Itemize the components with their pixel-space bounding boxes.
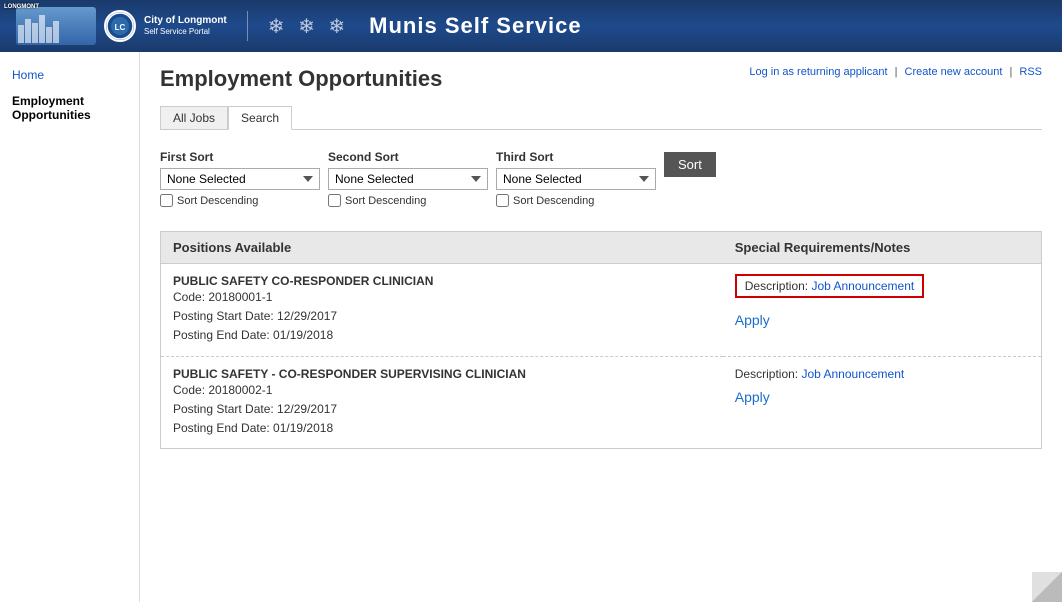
sidebar-item-home[interactable]: Home [0, 62, 139, 88]
requirements-cell-1: Description: Job Announcement Apply [723, 264, 1042, 357]
third-sort-group: Third Sort None Selected Sort Descending [496, 150, 656, 207]
main-content: Employment Opportunities Log in as retur… [140, 52, 1062, 463]
portal-logo-circle: LC [104, 10, 136, 42]
third-sort-descending-label: Sort Descending [513, 195, 594, 207]
third-sort-descending-checkbox[interactable] [496, 194, 509, 207]
tab-bar: All Jobs Search [160, 106, 1042, 130]
position-code-1: Code: 20180001-1 [173, 288, 711, 307]
col-positions-header: Positions Available [161, 232, 723, 264]
position-title-2: PUBLIC SAFETY - CO-RESPONDER SUPERVISING… [173, 367, 711, 381]
second-sort-descending-checkbox[interactable] [328, 194, 341, 207]
decorative-snowflakes: ❄ ❄ ❄ [268, 14, 349, 39]
position-title-1: PUBLIC SAFETY CO-RESPONDER CLINICIAN [173, 274, 711, 288]
second-sort-label: Second Sort [328, 150, 399, 164]
second-sort-descending: Sort Descending [328, 194, 426, 207]
first-sort-label: First Sort [160, 150, 213, 164]
sidebar-item-employment[interactable]: Employment Opportunities [0, 88, 139, 128]
table-row: PUBLIC SAFETY CO-RESPONDER CLINICIAN Cod… [161, 264, 1042, 357]
description-box-highlighted: Description: Job Announcement [735, 274, 924, 298]
position-end-2: Posting End Date: 01/19/2018 [173, 419, 711, 438]
third-sort-select[interactable]: None Selected [496, 168, 656, 190]
sort-button[interactable]: Sort [664, 152, 716, 177]
third-sort-label: Third Sort [496, 150, 553, 164]
description-label-2: Description: [735, 367, 798, 381]
job-announcement-link-2[interactable]: Job Announcement [801, 367, 904, 381]
first-sort-descending-label: Sort Descending [177, 195, 258, 207]
third-sort-descending: Sort Descending [496, 194, 594, 207]
header: LONGMONT LC City of Longmont Self Servic… [0, 0, 1062, 52]
site-title: Munis Self Service [369, 13, 581, 39]
main-layout: Home Employment Opportunities Employment… [0, 52, 1062, 602]
job-announcement-link-1[interactable]: Job Announcement [811, 279, 914, 293]
logo-area: LONGMONT LC City of Longmont Self Servic… [16, 7, 227, 45]
sidebar: Home Employment Opportunities [0, 52, 140, 602]
position-start-1: Posting Start Date: 12/29/2017 [173, 307, 711, 326]
login-link[interactable]: Log in as returning applicant [749, 66, 887, 78]
corner-fold [1032, 572, 1062, 602]
svg-text:LC: LC [115, 23, 126, 32]
second-sort-descending-label: Sort Descending [345, 195, 426, 207]
description-plain-2: Description: Job Announcement [735, 367, 1029, 381]
separator-2: | [1009, 66, 1012, 78]
first-sort-select[interactable]: None Selected [160, 168, 320, 190]
apply-link-1[interactable]: Apply [735, 312, 1029, 328]
first-sort-descending-checkbox[interactable] [160, 194, 173, 207]
create-account-link[interactable]: Create new account [905, 66, 1003, 78]
position-cell-1: PUBLIC SAFETY CO-RESPONDER CLINICIAN Cod… [161, 264, 723, 357]
requirements-cell-2: Description: Job Announcement Apply [723, 356, 1042, 449]
rss-link[interactable]: RSS [1019, 66, 1042, 78]
portal-name-text: City of Longmont Self Service Portal [144, 14, 227, 37]
second-sort-select[interactable]: None Selected [328, 168, 488, 190]
content-wrapper: Employment Opportunities Log in as retur… [140, 52, 1062, 602]
table-row: PUBLIC SAFETY - CO-RESPONDER SUPERVISING… [161, 356, 1042, 449]
description-label-1: Description: [745, 279, 808, 293]
position-cell-2: PUBLIC SAFETY - CO-RESPONDER SUPERVISING… [161, 356, 723, 449]
position-start-2: Posting Start Date: 12/29/2017 [173, 400, 711, 419]
page-title: Employment Opportunities [160, 66, 442, 92]
separator-1: | [895, 66, 898, 78]
second-sort-group: Second Sort None Selected Sort Descendin… [328, 150, 488, 207]
tab-all-jobs[interactable]: All Jobs [160, 106, 228, 130]
sort-controls: First Sort None Selected Sort Descending… [160, 142, 1042, 215]
col-requirements-header: Special Requirements/Notes [723, 232, 1042, 264]
first-sort-descending: Sort Descending [160, 194, 258, 207]
position-code-2: Code: 20180002-1 [173, 381, 711, 400]
tab-search[interactable]: Search [228, 106, 292, 130]
position-end-1: Posting End Date: 01/19/2018 [173, 326, 711, 345]
first-sort-group: First Sort None Selected Sort Descending [160, 150, 320, 207]
apply-link-2[interactable]: Apply [735, 389, 1029, 405]
header-divider [247, 11, 248, 41]
top-links: Log in as returning applicant | Create n… [749, 66, 1042, 78]
positions-table: Positions Available Special Requirements… [160, 231, 1042, 449]
city-logo: LONGMONT [16, 7, 96, 45]
